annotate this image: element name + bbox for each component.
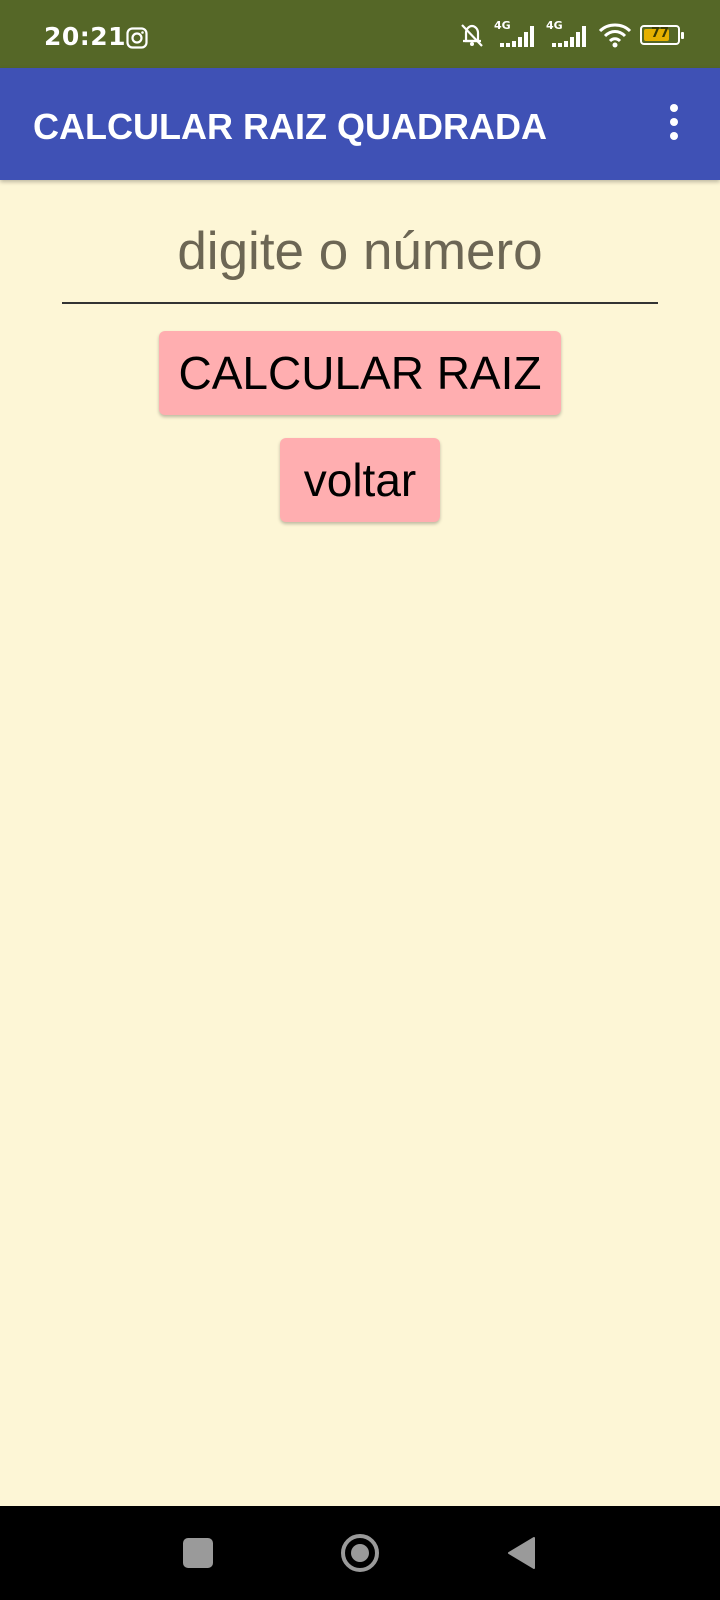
back-button[interactable]: voltar bbox=[280, 438, 440, 522]
wifi-icon bbox=[598, 23, 632, 48]
navigation-bar bbox=[0, 1506, 720, 1600]
instagram-icon bbox=[126, 27, 148, 49]
signal-icon: 4G bbox=[494, 19, 538, 49]
status-icons: 4G 4G 77 bbox=[458, 19, 684, 50]
page-title: CALCULAR RAIZ QUADRADA bbox=[33, 106, 547, 147]
number-input[interactable] bbox=[62, 200, 658, 304]
bell-muted-icon bbox=[461, 24, 483, 47]
back-icon[interactable] bbox=[506, 1536, 536, 1570]
network-tag: 4G bbox=[494, 19, 511, 32]
network-tag: 4G bbox=[546, 19, 563, 32]
calculate-root-button[interactable]: CALCULAR RAIZ bbox=[159, 331, 561, 415]
status-time: 20:21 bbox=[44, 22, 127, 51]
home-icon[interactable] bbox=[341, 1534, 379, 1572]
more-vert-icon[interactable] bbox=[666, 104, 682, 140]
status-bar: 20:21 4G 4G 77 bbox=[0, 0, 720, 68]
battery-percent: 77 bbox=[650, 26, 670, 41]
app-bar: CALCULAR RAIZ QUADRADA bbox=[0, 68, 720, 180]
battery-icon: 77 bbox=[640, 25, 684, 45]
signal-icon: 4G bbox=[546, 19, 590, 49]
recents-icon[interactable] bbox=[183, 1538, 213, 1568]
